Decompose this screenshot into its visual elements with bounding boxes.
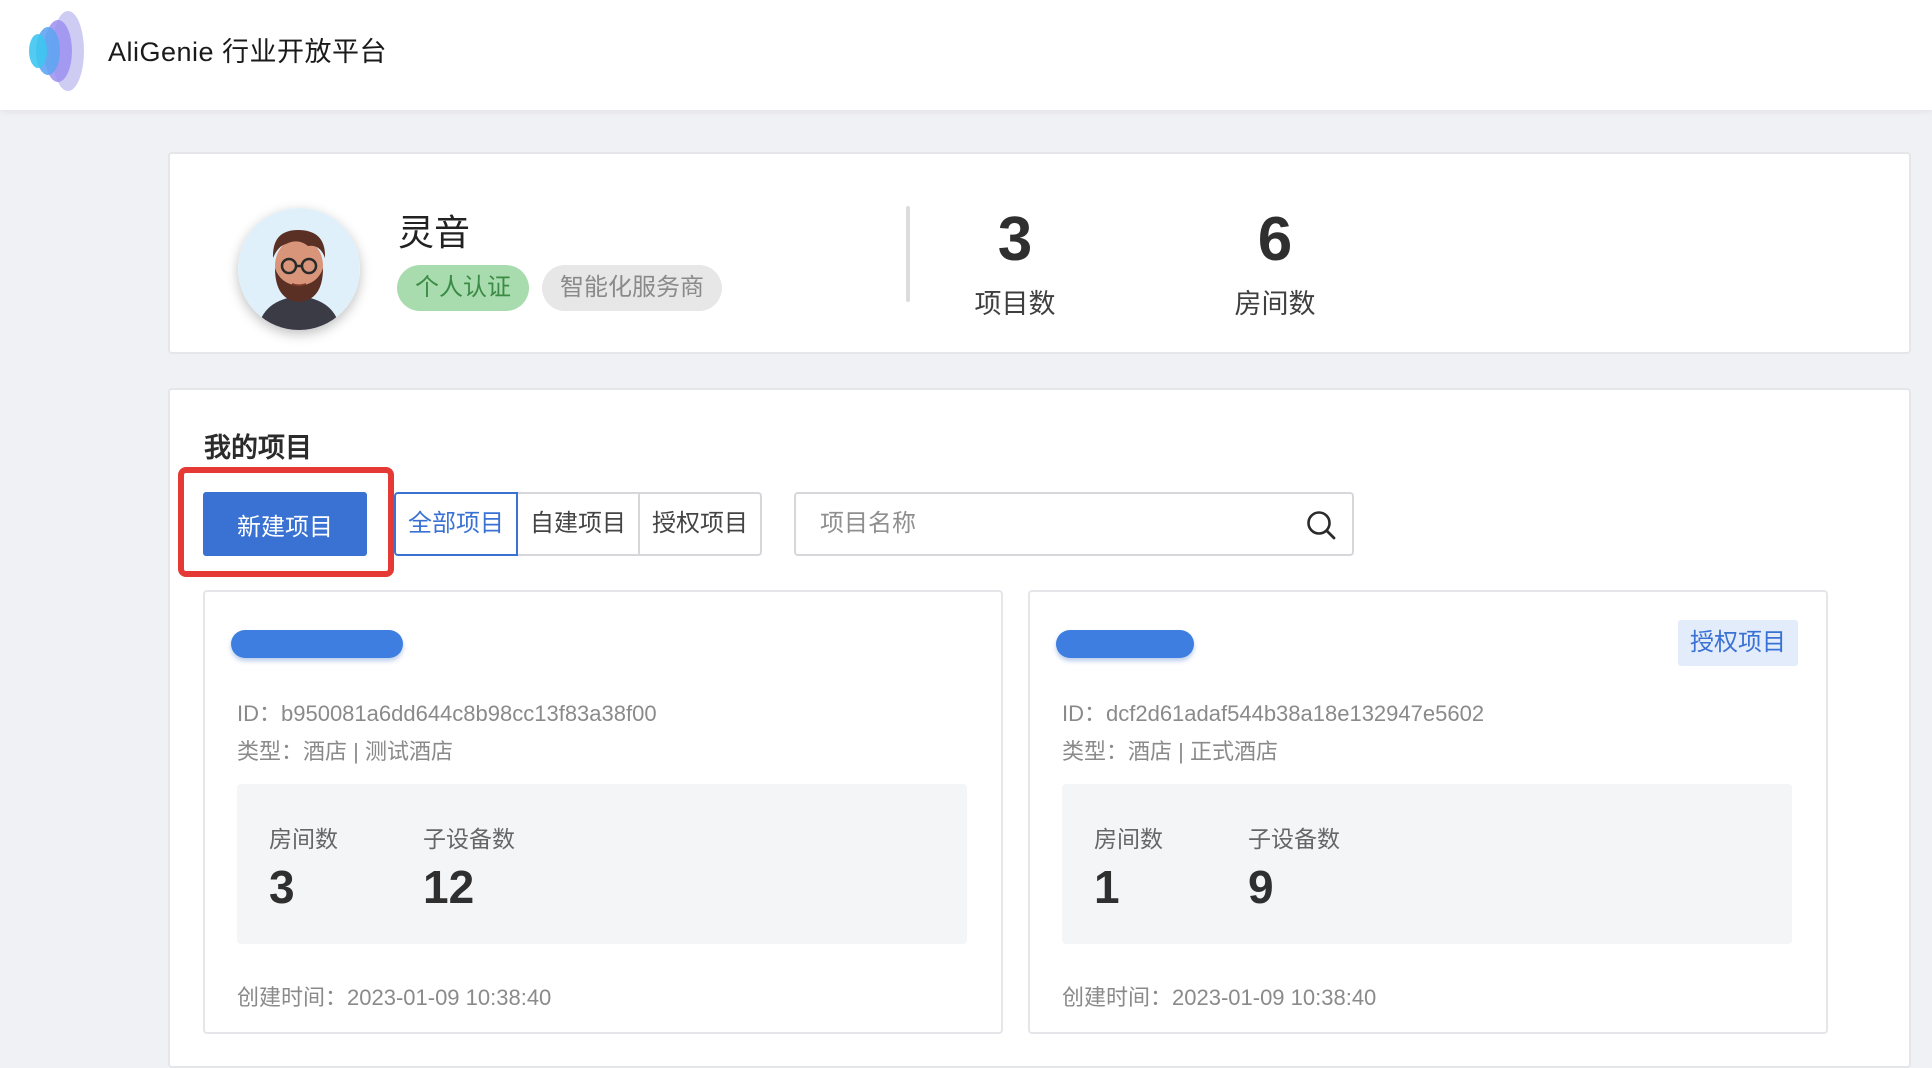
- tab-self-built-projects[interactable]: 自建项目: [516, 492, 640, 556]
- devices-metric: 子设备数 12: [423, 820, 515, 914]
- my-projects-title: 我的项目: [204, 433, 312, 463]
- room-count-stat: 6 房间数: [1185, 202, 1365, 321]
- aligenie-logo-icon[interactable]: [22, 6, 94, 96]
- project-metrics: 房间数 3 子设备数 12: [237, 784, 967, 944]
- project-count-value: 3: [997, 205, 1033, 274]
- project-id: ID：dcf2d61adaf544b38a18e132947e5602: [1062, 701, 1485, 726]
- top-bar: AliGenie 行业开放平台: [0, 0, 1932, 110]
- project-search-box: [794, 492, 1354, 556]
- user-name: 灵音: [398, 212, 471, 253]
- redacted-project-name: [231, 630, 403, 658]
- tab-all-projects[interactable]: 全部项目: [394, 492, 518, 556]
- project-filter-tabs: 全部项目 自建项目 授权项目: [394, 492, 762, 556]
- personal-verified-badge: 个人认证: [397, 265, 529, 311]
- project-name-search-input[interactable]: [820, 504, 1290, 544]
- project-count-label: 项目数: [974, 289, 1056, 319]
- room-count-value: 6: [1257, 205, 1293, 274]
- project-card[interactable]: ID：b950081a6dd644c8b98cc13f83a38f00 类型：酒…: [203, 590, 1003, 1034]
- devices-label: 子设备数: [1248, 826, 1340, 852]
- avatar-illustration-icon: [238, 208, 360, 330]
- project-type: 类型：酒店 | 测试酒店: [237, 739, 453, 764]
- room-count-label: 房间数: [1234, 289, 1316, 319]
- rooms-value: 1: [1094, 861, 1120, 913]
- tab-authorized-projects[interactable]: 授权项目: [638, 492, 762, 556]
- profile-card: 灵音 个人认证 智能化服务商 3 项目数 6 房间数: [168, 152, 1911, 354]
- project-created-time: 创建时间：2023-01-09 10:38:40: [1062, 985, 1377, 1010]
- project-created-time: 创建时间：2023-01-09 10:38:40: [237, 985, 552, 1010]
- search-icon[interactable]: [1304, 508, 1338, 542]
- rooms-label: 房间数: [1094, 826, 1163, 852]
- rooms-label: 房间数: [269, 826, 338, 852]
- new-project-button[interactable]: 新建项目: [203, 492, 367, 556]
- devices-value: 9: [1248, 861, 1274, 913]
- rooms-metric: 房间数 3: [269, 820, 338, 914]
- smart-service-provider-badge: 智能化服务商: [542, 265, 722, 311]
- redacted-project-name: [1056, 630, 1194, 658]
- rooms-metric: 房间数 1: [1094, 820, 1163, 914]
- project-type: 类型：酒店 | 正式酒店: [1062, 739, 1278, 764]
- platform-title[interactable]: AliGenie 行业开放平台: [108, 30, 387, 69]
- devices-label: 子设备数: [423, 826, 515, 852]
- devices-metric: 子设备数 9: [1248, 820, 1340, 914]
- project-card[interactable]: 授权项目 ID：dcf2d61adaf544b38a18e132947e5602…: [1028, 590, 1828, 1034]
- rooms-value: 3: [269, 861, 295, 913]
- project-count-stat: 3 项目数: [925, 202, 1105, 321]
- project-id: ID：b950081a6dd644c8b98cc13f83a38f00: [237, 701, 657, 726]
- authorized-project-tag: 授权项目: [1678, 620, 1798, 666]
- profile-divider: [906, 206, 910, 302]
- project-metrics: 房间数 1 子设备数 9: [1062, 784, 1792, 944]
- devices-value: 12: [423, 861, 475, 913]
- my-projects-card: 我的项目 新建项目 全部项目 自建项目 授权项目 ID：b950081a6dd6…: [168, 388, 1911, 1068]
- avatar[interactable]: [238, 208, 360, 330]
